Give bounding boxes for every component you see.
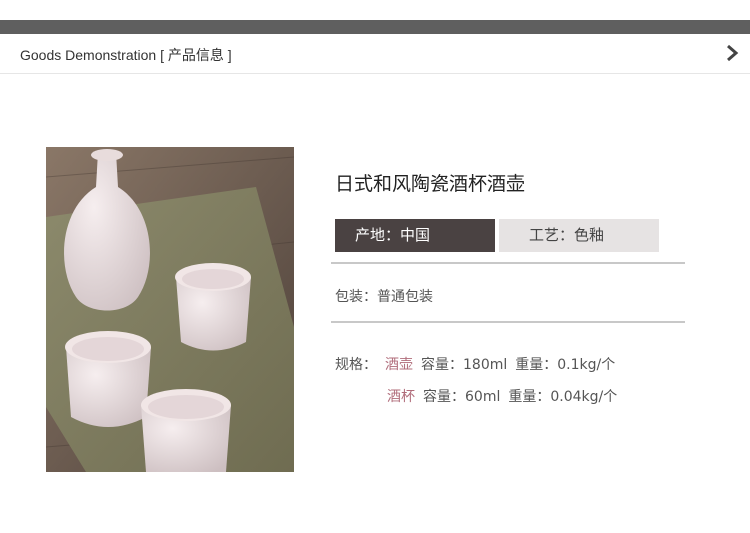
product-photo (46, 147, 294, 472)
spec-weight: 重量：0.1kg/个 (515, 357, 616, 373)
spec-label: 规格： (335, 357, 377, 373)
spec-item-name: 酒杯 (387, 389, 415, 405)
top-spacer (0, 0, 750, 20)
section-title: Goods Demonstration [ 产品信息 ] (20, 47, 232, 63)
chevron-right-icon[interactable] (722, 43, 742, 63)
spec-weight: 重量：0.04kg/个 (508, 389, 618, 405)
spec-row-cup: 酒杯 容量：60ml 重量：0.04kg/个 (387, 386, 617, 406)
spec-capacity: 容量：60ml (423, 389, 501, 405)
product-name: 日式和风陶瓷酒杯酒壶 (335, 173, 526, 195)
spec-row-bottle: 规格： 酒壶 容量：180ml 重量：0.1kg/个 (335, 354, 615, 374)
origin-tag: 产地：中国 (335, 219, 495, 252)
craft-tag: 工艺：色釉 (499, 219, 659, 252)
divider (331, 321, 685, 323)
spec-capacity: 容量：180ml (421, 357, 508, 373)
section-header: Goods Demonstration [ 产品信息 ] (0, 34, 750, 74)
packaging-info: 包装：普通包装 (335, 289, 433, 305)
top-dark-bar (0, 20, 750, 34)
divider (331, 262, 685, 264)
spec-item-name: 酒壶 (385, 357, 413, 373)
